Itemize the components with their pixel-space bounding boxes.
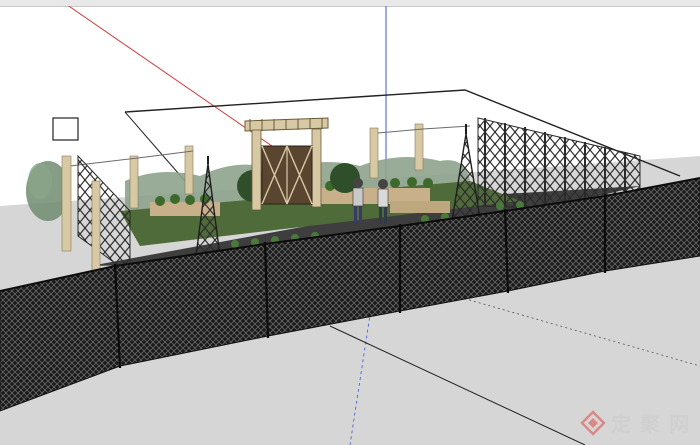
scene-canvas: [0, 6, 700, 445]
pergola-gate: [244, 117, 329, 211]
logo-icon: [580, 409, 606, 436]
left-post: [61, 155, 72, 252]
planter-bed-3: [390, 201, 450, 213]
model-viewport[interactable]: [0, 6, 700, 445]
marker-square: [52, 117, 79, 141]
watermark: 定 聚 网: [580, 408, 690, 437]
watermark-text: 定 聚 网: [611, 412, 690, 436]
